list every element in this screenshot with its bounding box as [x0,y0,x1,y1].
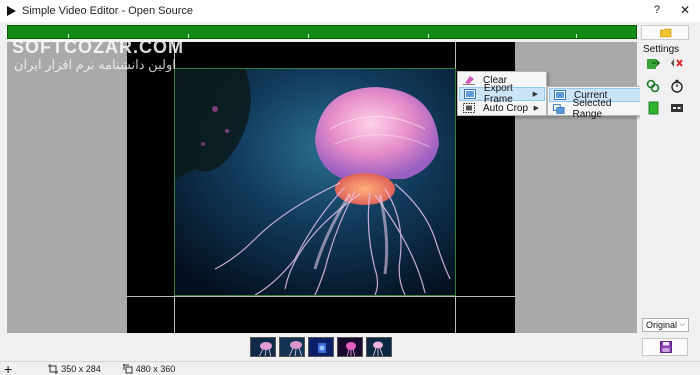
video-size-readout: 480 x 360 [122,363,176,374]
menu-item-auto-crop[interactable]: Auto Crop ▶ [459,101,545,115]
right-sidebar: Settings Original ⌵ [640,22,700,362]
app-logo-icon [7,6,16,16]
bookmark-icon[interactable] [647,101,661,115]
timeline-tick [428,34,429,38]
export-icon[interactable] [646,56,660,70]
close-button[interactable]: ✕ [680,3,690,17]
context-menu: Clear Export Frame ▶ Auto Crop ▶ [457,71,547,116]
delete-icon[interactable] [670,56,684,70]
save-button[interactable] [642,338,688,356]
link-icon[interactable] [646,79,660,93]
export-frame-submenu: Current Selected Range [547,86,643,120]
frame-icon [554,90,566,100]
crop-size-text: 350 x 284 [61,363,101,374]
resize-icon [122,363,133,373]
quality-select[interactable]: Original ⌵ [642,318,689,332]
export-frame-icon [464,89,476,99]
watermark-subtitle: اولین دانشنامه نرم افزار ایران [14,57,176,72]
frame-thumbnail[interactable] [308,337,334,357]
open-file-button[interactable] [641,25,689,40]
quality-select-value: Original [646,320,678,330]
thumbnail-strip [250,337,392,359]
frame-thumbnail[interactable] [337,337,363,357]
frame-thumbnail[interactable] [250,337,276,357]
crop-icon [48,363,59,374]
crop-guide-line [127,296,515,297]
timeline-tick [188,34,189,38]
video-size-text: 480 x 360 [135,363,176,374]
crop-size-readout: 350 x 284 [48,363,101,374]
submenu-arrow-icon: ▶ [533,105,539,112]
eraser-icon [463,76,475,85]
crop-rectangle[interactable] [174,68,456,296]
timer-icon[interactable] [670,79,684,93]
window-title: Simple Video Editor - Open Source [22,5,193,17]
frames-icon [553,104,565,114]
submenu-arrow-icon: ▶ [532,91,538,98]
chevron-down-icon: ⌵ [679,321,685,328]
submenu-item-label: Selected Range [572,98,612,120]
status-bar: + 350 x 284 480 x 360 [0,361,700,375]
title-bar: Simple Video Editor - Open Source ? ✕ [0,0,700,22]
timeline-tick [308,34,309,38]
menu-item-label: Auto Crop [483,102,529,114]
subtitle-icon[interactable] [670,101,684,115]
help-button[interactable]: ? [654,4,660,16]
save-icon [660,341,672,353]
timeline-tick [576,34,577,38]
folder-icon [660,28,672,38]
submenu-item-selected-range[interactable]: Selected Range [549,98,641,120]
menu-item-export-frame[interactable]: Export Frame ▶ [459,83,545,105]
watermark-text: SOFTCOZAR.COM [12,37,184,57]
frame-thumbnail[interactable] [366,337,392,357]
frame-thumbnail[interactable] [279,337,305,357]
settings-label: Settings [643,44,680,55]
add-icon[interactable]: + [4,362,12,375]
auto-crop-icon [463,103,475,113]
